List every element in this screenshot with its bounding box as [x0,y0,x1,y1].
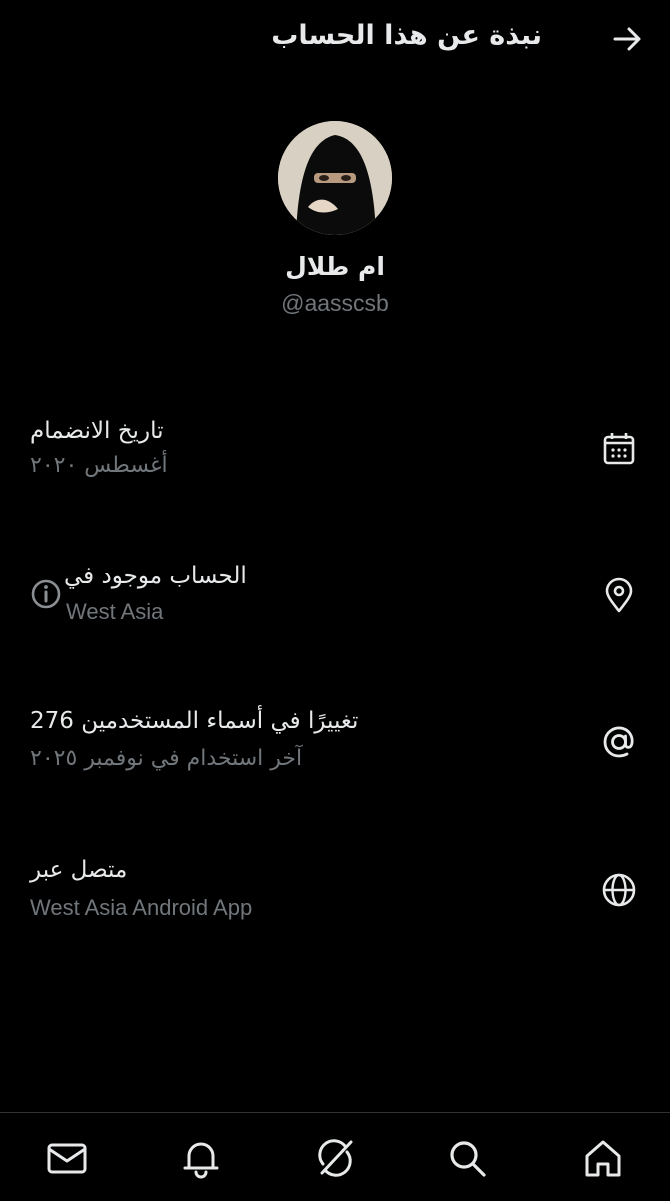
username-changes-label: تغييرًا في أسماء المستخدمين 276 [30,708,359,734]
page-title: نبذة عن هذا الحساب [271,20,542,51]
display-name: ام طلال [285,252,385,281]
joined-date-label: تاريخ الانضمام [30,418,164,444]
avatar[interactable] [278,121,392,235]
top-bar: نبذة عن هذا الحساب [0,0,670,80]
username-changes-row: تغييرًا في أسماء المستخدمين 276 آخر استخ… [0,702,670,792]
grok-icon[interactable] [314,1137,356,1179]
messages-icon[interactable] [46,1137,88,1179]
username-handle: @aasscsb [281,290,389,316]
account-location-label: الحساب موجود في [64,563,247,589]
username-changes-value: آخر استخدام في نوفمبر ٢٠٢٥ [30,746,303,771]
globe-icon [600,871,638,909]
connected-via-label: متصل عبر [30,857,128,883]
location-pin-icon [600,577,638,615]
calendar-icon [600,430,638,468]
home-icon[interactable] [582,1137,624,1179]
connected-via-value: West Asia Android App [30,895,253,920]
notifications-icon[interactable] [180,1137,222,1179]
back-arrow-icon[interactable] [610,22,644,56]
search-icon[interactable] [446,1137,488,1179]
connected-via-row: متصل عبر West Asia Android App [0,851,670,941]
bottom-navigation [0,1112,670,1201]
joined-date-row: تاريخ الانضمام أغسطس ٢٠٢٠ [0,410,670,500]
joined-date-value: أغسطس ٢٠٢٠ [30,453,168,478]
at-sign-icon [600,723,638,761]
account-location-value: West Asia [66,599,164,624]
account-location-row: الحساب موجود في West Asia [0,555,670,645]
info-icon[interactable] [28,576,64,612]
